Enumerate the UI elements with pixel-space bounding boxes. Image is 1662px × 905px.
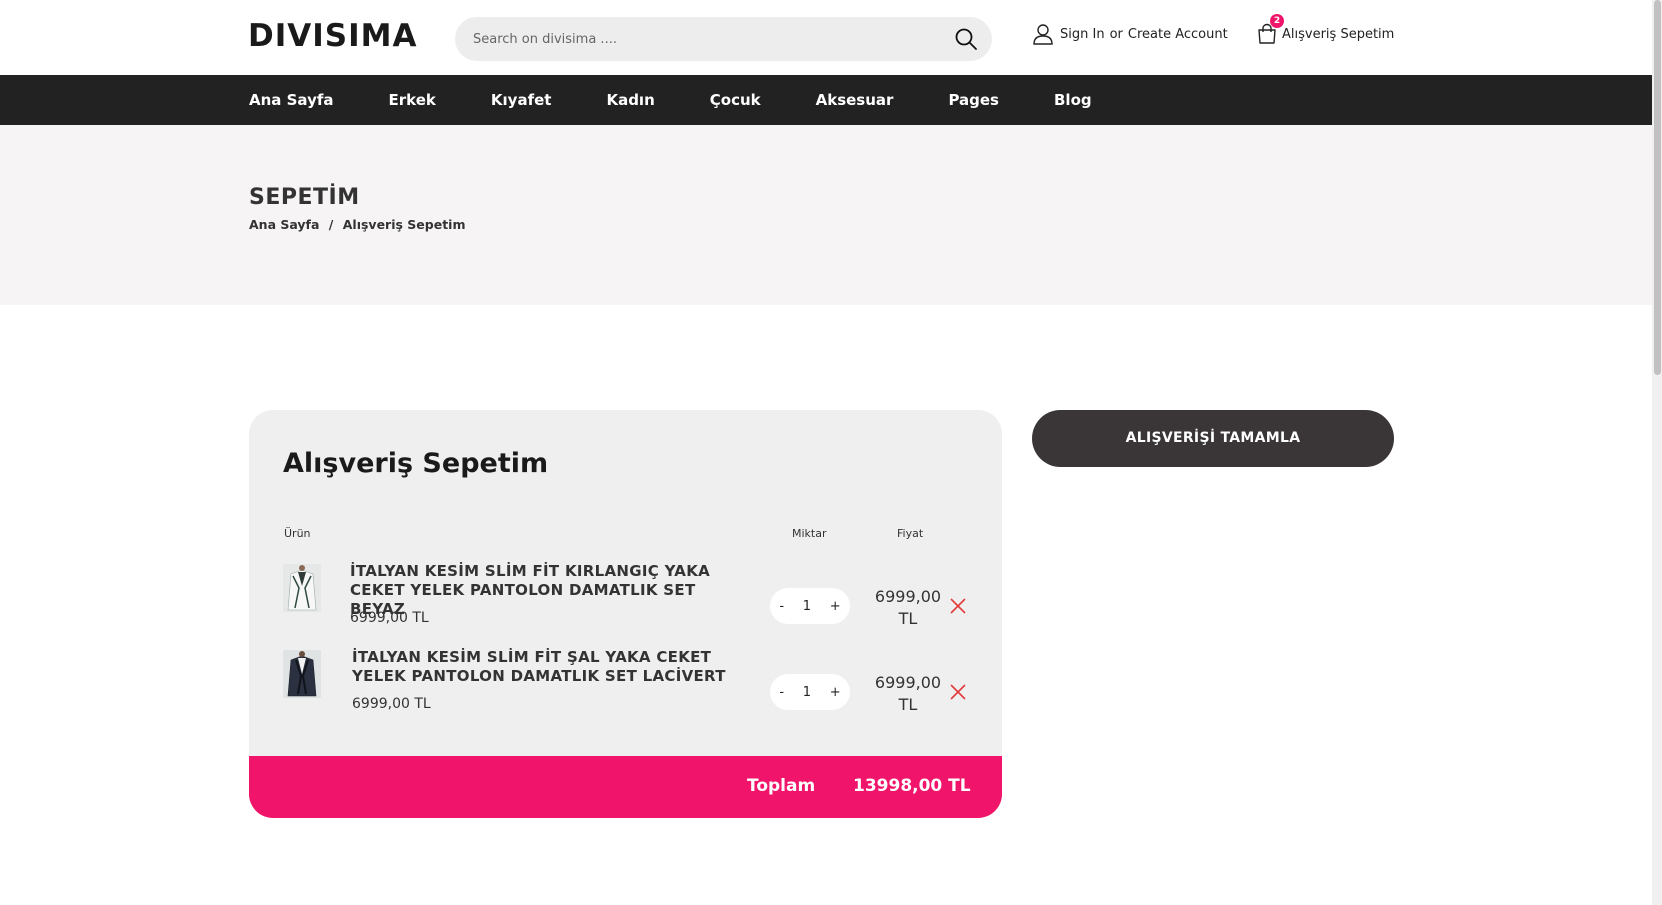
nav-item-ana-sayfa[interactable]: Ana Sayfa <box>249 91 334 109</box>
cart-card: Alışveriş Sepetim Ürün Miktar Fiyat İTAL… <box>249 410 1002 818</box>
column-header-quantity: Miktar <box>792 527 827 540</box>
page-scrollbar[interactable] <box>1652 0 1662 905</box>
line-price: 6999,00 TL <box>873 672 943 716</box>
nav-item-pages[interactable]: Pages <box>948 91 999 109</box>
quantity-stepper: - 1 + <box>770 588 850 624</box>
nav-item-blog[interactable]: Blog <box>1054 91 1092 109</box>
cart-item: İTALYAN KESİM SLİM FİT KIRLANGIÇ YAKA CE… <box>283 560 973 640</box>
nav-item-kiyafet[interactable]: Kıyafet <box>491 91 552 109</box>
product-thumbnail[interactable] <box>283 564 321 612</box>
suit-white-image <box>283 564 321 612</box>
breadcrumb-current: Alışveriş Sepetim <box>342 217 466 232</box>
search-bar <box>455 17 992 61</box>
top-header: DIVISIMA Sign In or Create Account 2 Alı… <box>0 0 1652 75</box>
cart-count-badge: 2 <box>1270 14 1284 28</box>
cart-icon-wrap[interactable]: 2 <box>1256 14 1284 45</box>
quantity-increase-button[interactable]: + <box>830 599 841 614</box>
nav-item-aksesuar[interactable]: Aksesuar <box>816 91 894 109</box>
breadcrumb-home-link[interactable]: Ana Sayfa <box>249 217 319 232</box>
quantity-decrease-button[interactable]: - <box>779 685 784 700</box>
cart-total-bar: Toplam 13998,00 TL <box>249 756 1002 818</box>
create-account-link[interactable]: Create Account <box>1128 27 1228 42</box>
product-name[interactable]: İTALYAN KESİM SLİM FİT ŞAL YAKA CEKET YE… <box>352 648 752 686</box>
search-icon[interactable] <box>954 27 978 51</box>
account-links: Sign In or Create Account <box>1032 22 1228 46</box>
line-price: 6999,00 TL <box>873 586 943 630</box>
line-price-currency: TL <box>898 609 918 628</box>
quantity-value[interactable]: 1 <box>803 685 811 700</box>
search-input[interactable] <box>473 27 943 51</box>
user-icon[interactable] <box>1032 23 1054 45</box>
cart-heading: Alışveriş Sepetim <box>283 448 549 479</box>
quantity-decrease-button[interactable]: - <box>779 599 784 614</box>
main-nav: Ana Sayfa Erkek Kıyafet Kadın Çocuk Akse… <box>0 75 1652 125</box>
column-header-price: Fiyat <box>897 527 924 540</box>
quantity-stepper: - 1 + <box>770 674 850 710</box>
checkout-button[interactable]: ALIŞVERİŞİ TAMAMLA <box>1032 410 1394 467</box>
page-title-band: SEPETİM Ana Sayfa / Alışveriş Sepetim <box>0 125 1652 305</box>
nav-item-kadin[interactable]: Kadın <box>606 91 654 109</box>
cart-label[interactable]: Alışveriş Sepetim <box>1282 27 1394 42</box>
remove-item-icon[interactable] <box>949 597 967 615</box>
suit-navy-image <box>283 650 321 698</box>
cart-item: İTALYAN KESİM SLİM FİT ŞAL YAKA CEKET YE… <box>283 646 973 726</box>
breadcrumb-separator: / <box>328 217 334 232</box>
remove-item-icon[interactable] <box>949 683 967 701</box>
column-header-product: Ürün <box>284 527 311 540</box>
quantity-increase-button[interactable]: + <box>830 685 841 700</box>
page-title: SEPETİM <box>249 185 360 210</box>
sign-in-link[interactable]: Sign In <box>1060 27 1105 42</box>
or-text: or <box>1109 26 1123 42</box>
product-thumbnail[interactable] <box>283 650 321 698</box>
product-unit-price: 6999,00 TL <box>350 610 429 626</box>
total-value: 13998,00 TL <box>853 776 971 796</box>
line-price-amount: 6999,00 <box>874 587 942 606</box>
site-logo[interactable]: DIVISIMA <box>248 18 418 54</box>
line-price-amount: 6999,00 <box>874 673 942 692</box>
quantity-value[interactable]: 1 <box>803 599 811 614</box>
breadcrumb: Ana Sayfa / Alışveriş Sepetim <box>249 217 465 232</box>
scrollbar-thumb[interactable] <box>1654 0 1661 375</box>
nav-item-erkek[interactable]: Erkek <box>389 91 436 109</box>
total-label: Toplam <box>747 776 816 796</box>
nav-item-cocuk[interactable]: Çocuk <box>710 91 761 109</box>
header-cart[interactable]: 2 Alışveriş Sepetim <box>1256 14 1394 46</box>
line-price-currency: TL <box>898 695 918 714</box>
product-unit-price: 6999,00 TL <box>352 696 431 712</box>
